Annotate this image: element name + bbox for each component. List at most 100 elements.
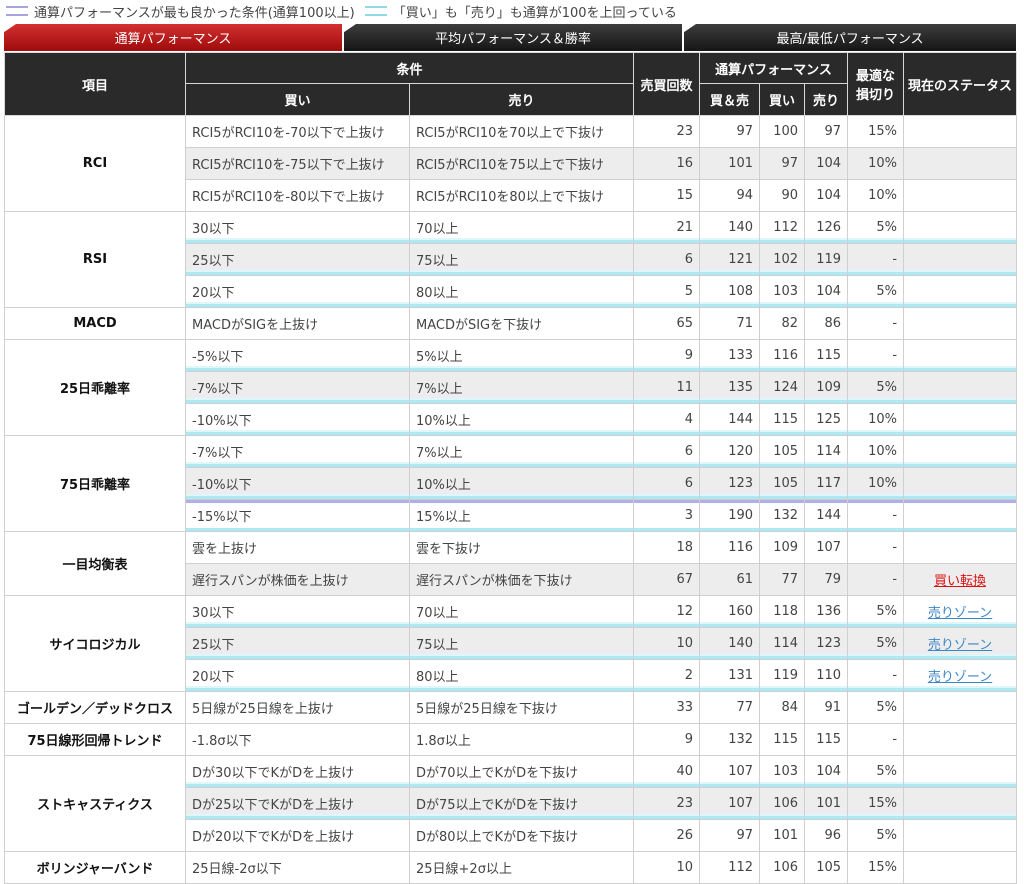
optimal-stoploss: - (847, 531, 905, 564)
trade-count: 11 (633, 371, 701, 404)
sell-condition: 15%以上 (408, 499, 635, 532)
perf-buy: 100 (759, 115, 806, 148)
trade-count: 16 (633, 147, 701, 180)
sell-condition: RCI5がRCI10を80以上で下抜け (408, 179, 635, 212)
buy-condition: MACDがSIGを上抜け (185, 307, 410, 340)
optimal-stoploss: 5% (847, 819, 905, 852)
perf-sell: 110 (804, 659, 849, 692)
perf-buy: 84 (759, 691, 806, 724)
optimal-stoploss: - (847, 307, 905, 340)
perf-both: 120 (699, 435, 761, 468)
current-status (903, 819, 1018, 852)
current-status (903, 851, 1018, 884)
perf-both: 140 (699, 627, 761, 660)
tab-total-performance[interactable]: 通算パフォーマンス (4, 24, 342, 51)
sell-condition: 7%以上 (408, 435, 635, 468)
legend-purple-label: 通算パフォーマンスが最も良かった条件(通算100以上) (34, 5, 355, 21)
header-buy: 買い (185, 83, 410, 116)
status-link[interactable]: 売りゾーン (928, 638, 992, 653)
perf-sell: 104 (804, 147, 849, 180)
header-condition: 条件 (184, 52, 635, 84)
status-link[interactable]: 売りゾーン (928, 670, 992, 685)
perf-buy: 109 (759, 531, 806, 564)
status-link[interactable]: 買い転換 (934, 574, 986, 589)
perf-sell: 96 (804, 819, 849, 852)
trade-count: 67 (633, 563, 701, 596)
perf-sell: 125 (804, 403, 849, 436)
perf-sell: 91 (804, 691, 849, 724)
sell-condition: 10%以上 (408, 403, 635, 436)
perf-buy: 101 (759, 819, 806, 852)
perf-both: 71 (699, 307, 761, 340)
trade-count: 5 (633, 275, 701, 308)
sell-condition: 遅行スパンが株価を下抜け (408, 563, 635, 596)
buy-condition: 30以下 (185, 595, 410, 628)
perf-sell: 79 (804, 563, 849, 596)
current-status (903, 787, 1018, 820)
current-status (903, 243, 1018, 276)
sell-condition: 70以上 (408, 211, 635, 244)
perf-buy: 102 (759, 243, 806, 276)
sell-condition: 5%以上 (408, 339, 635, 372)
optimal-stoploss: - (847, 563, 905, 596)
buy-condition: Dが20以下でKがDを上抜け (185, 819, 410, 852)
status-link[interactable]: 売りゾーン (928, 606, 992, 621)
optimal-stoploss: 10% (847, 435, 905, 468)
trade-count: 3 (633, 499, 701, 532)
perf-sell: 104 (804, 275, 849, 308)
perf-buy: 115 (759, 403, 806, 436)
optimal-stoploss: 10% (847, 467, 905, 500)
perf-sell: 119 (804, 243, 849, 276)
buy-condition: -7%以下 (185, 435, 410, 468)
indicator-name: 75日線形回帰トレンド (4, 723, 186, 756)
perf-sell: 123 (804, 627, 849, 660)
perf-buy: 90 (759, 179, 806, 212)
current-status (903, 179, 1018, 212)
sell-condition: RCI5がRCI10を70以上で下抜け (408, 115, 635, 148)
perf-both: 77 (699, 691, 761, 724)
table-row: 75日乖離率 -7%以下 7%以上 6 120 105 114 10% (4, 435, 1018, 532)
current-status: 売りゾーン (903, 627, 1018, 660)
indicator-name: 25日乖離率 (4, 339, 186, 436)
current-status (903, 531, 1018, 564)
sell-condition: 70以上 (408, 595, 635, 628)
perf-sell: 105 (804, 851, 849, 884)
perf-buy: 124 (759, 371, 806, 404)
sell-condition: 1.8σ以上 (408, 723, 635, 756)
perf-sell: 115 (804, 339, 849, 372)
header-status: 現在のステータス (903, 52, 1018, 116)
header-stoploss: 最適な損切り (847, 52, 905, 116)
trade-count: 12 (633, 595, 701, 628)
optimal-stoploss: 15% (847, 115, 905, 148)
current-status (903, 467, 1018, 500)
legend-cyan-label: 「買い」も「売り」も通算が100を上回っている (392, 5, 677, 21)
table-row: サイコロジカル 30以下 70以上 12 160 118 136 5% 売りゾーン (4, 595, 1018, 692)
perf-both: 101 (699, 147, 761, 180)
buy-condition: RCI5がRCI10を-75以下で上抜け (185, 147, 410, 180)
optimal-stoploss: - (847, 659, 905, 692)
buy-condition: -10%以下 (185, 403, 410, 436)
perf-buy: 105 (759, 435, 806, 468)
tab-max-min-performance[interactable]: 最高/最低パフォーマンス (684, 24, 1016, 51)
perf-buy: 105 (759, 467, 806, 500)
trade-count: 9 (633, 723, 701, 756)
indicator-name: ボリンジャーバンド (4, 851, 186, 884)
trade-count: 6 (633, 467, 701, 500)
buy-condition: 25日線-2σ以下 (185, 851, 410, 884)
perf-buy: 118 (759, 595, 806, 628)
indicator-name: 75日乖離率 (4, 435, 186, 532)
sell-condition: MACDがSIGを下抜け (408, 307, 635, 340)
sell-condition: Dが75以上でKがDを下抜け (408, 787, 635, 820)
perf-buy: 82 (759, 307, 806, 340)
trade-count: 18 (633, 531, 701, 564)
perf-sell: 117 (804, 467, 849, 500)
current-status (903, 371, 1018, 404)
perf-both: 133 (699, 339, 761, 372)
table-row: 一目均衡表 雲を上抜け 雲を下抜け 18 116 109 107- (4, 531, 1018, 596)
trade-count: 10 (633, 851, 701, 884)
perf-both: 94 (699, 179, 761, 212)
perf-both: 107 (699, 755, 761, 788)
tab-average-performance[interactable]: 平均パフォーマンス＆勝率 (344, 24, 682, 51)
buy-condition: 30以下 (185, 211, 410, 244)
perf-both: 121 (699, 243, 761, 276)
